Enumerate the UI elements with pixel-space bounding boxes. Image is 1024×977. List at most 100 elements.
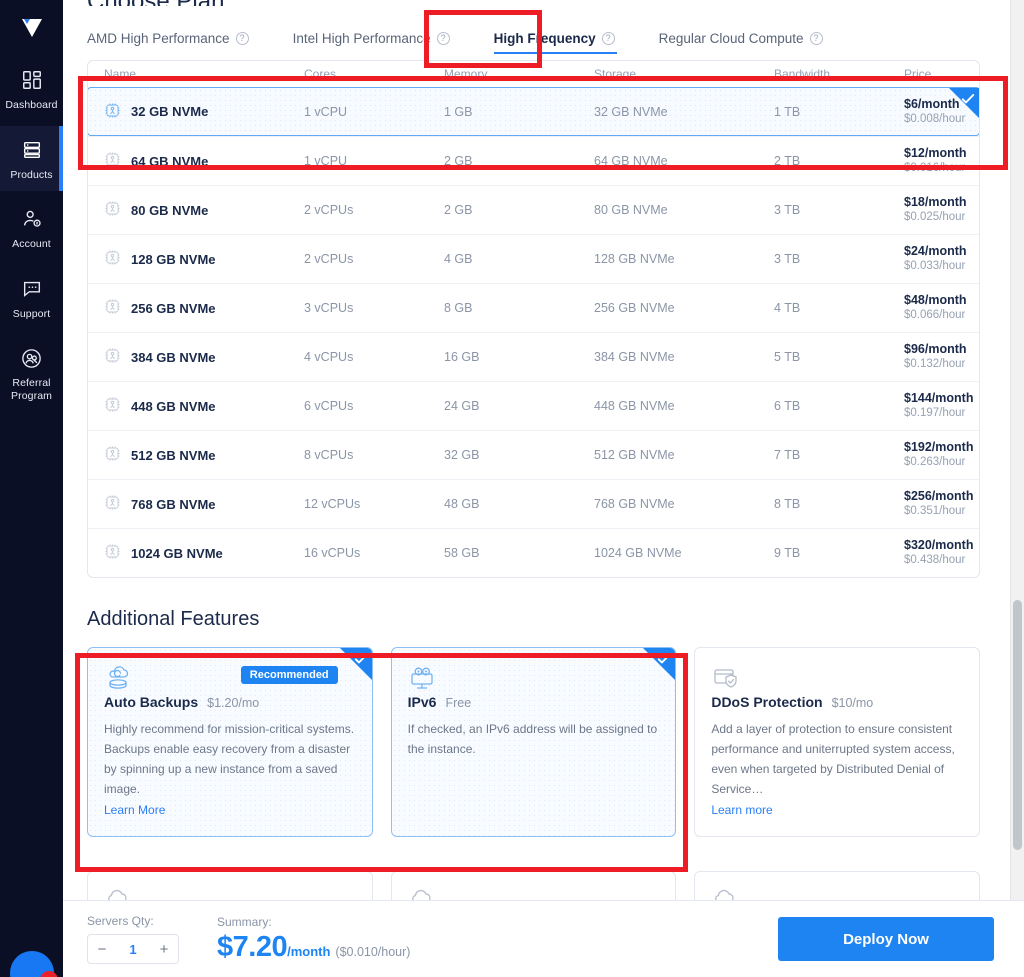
plan-bandwidth: 7 TB [774, 448, 801, 462]
plan-memory: 2 GB [444, 154, 473, 168]
chat-icon [2, 275, 61, 303]
help-icon[interactable]: ? [235, 32, 249, 45]
additional-features-title: Additional Features [87, 608, 260, 630]
tab-label: AMD High Performance [87, 31, 230, 46]
plan-row[interactable]: 80 GB NVMe 2 vCPUs 2 GB 80 GB NVMe 3 TB … [88, 185, 979, 234]
summary-price-period: /month [287, 943, 331, 959]
plan-name-cell: 256 GB NVMe [104, 298, 304, 318]
plan-row[interactable]: 1024 GB NVMe 16 vCPUs 58 GB 1024 GB NVMe… [88, 528, 979, 577]
plan-row[interactable]: 384 GB NVMe 4 vCPUs 16 GB 384 GB NVMe 5 … [88, 332, 979, 381]
decrement-button[interactable]: − [88, 935, 116, 963]
plan-price-monthly: $192/month [904, 440, 974, 454]
vultr-logo[interactable] [0, 0, 63, 56]
plan-price-monthly: $256/month [904, 489, 974, 503]
sidebar-item-label: Account [12, 238, 51, 250]
sidebar-item-label: Support [12, 307, 51, 320]
sidebar-item-support[interactable]: Support [0, 265, 63, 331]
feature-price: $1.20/mo [207, 696, 260, 710]
main-content-area: Choose Plan AMD High Performance ? Intel… [63, 0, 1024, 977]
tab-intel-high-performance[interactable]: Intel High Performance ? [293, 31, 468, 54]
plan-name-cell: 128 GB NVMe [104, 249, 304, 269]
plan-row[interactable]: 448 GB NVMe 6 vCPUs 24 GB 448 GB NVMe 6 … [88, 381, 979, 430]
help-icon[interactable]: ? [601, 32, 615, 45]
sidebar-item-products[interactable]: Products [0, 125, 63, 191]
feature-name: DDoS Protection [711, 694, 823, 710]
plan-bandwidth: 2 TB [774, 154, 801, 168]
plan-price-hourly: $0.132/hour [904, 358, 966, 370]
plan-row[interactable]: 768 GB NVMe 12 vCPUs 48 GB 768 GB NVMe 8… [88, 479, 979, 528]
plan-storage: 1024 GB NVMe [594, 546, 682, 560]
cpu-chip-icon [104, 494, 121, 514]
sidebar-item-referral-program[interactable]: Referral Program [0, 334, 63, 412]
quantity-stepper[interactable]: − 1 + [87, 934, 179, 964]
sidebar-item-label: Referral Program [11, 377, 52, 402]
tab-high-frequency[interactable]: High Frequency ? [493, 31, 633, 54]
feature-card-ddos-protection[interactable]: DDoS Protection $10/mo Add a layer of pr… [694, 647, 980, 837]
help-icon[interactable]: ? [809, 32, 823, 45]
summary-price-amount: $7.20 [217, 930, 288, 963]
plan-storage: 32 GB NVMe [594, 104, 668, 119]
plan-cores: 8 vCPUs [304, 448, 354, 462]
plan-name: 256 GB NVMe [131, 300, 216, 316]
plan-memory: 1 GB [444, 104, 473, 119]
plan-price-hourly: $0.438/hour [904, 554, 966, 566]
feature-name: IPv6 [407, 694, 437, 710]
servers-qty-label: Servers Qty: [87, 914, 154, 928]
plan-price-hourly: $0.066/hour [904, 309, 966, 321]
cpu-chip-icon [104, 396, 121, 416]
quantity-value[interactable]: 1 [116, 942, 150, 957]
plan-bandwidth: 8 TB [774, 497, 801, 511]
plan-price-cell: $256/month $0.351/hour [904, 489, 973, 519]
tab-amd-high-performance[interactable]: AMD High Performance ? [87, 31, 267, 54]
plan-bandwidth: 6 TB [774, 399, 801, 413]
feature-learn-more-link[interactable]: Learn more [711, 803, 772, 817]
feature-header: DDoS Protection $10/mo [711, 694, 963, 710]
plan-table: Name Cores Memory Storage Bandwidth Pric… [87, 60, 980, 578]
deploy-now-button[interactable]: Deploy Now [778, 917, 994, 961]
user-icon [2, 205, 61, 233]
column-header-memory: Memory [444, 67, 488, 81]
plan-price-cell: $18/month $0.025/hour [904, 195, 967, 225]
feature-card-auto-backups[interactable]: Auto Backups $1.20/mo Highly recommend f… [87, 647, 373, 837]
scrollbar-thumb[interactable] [1013, 600, 1022, 850]
tab-regular-cloud-compute[interactable]: Regular Cloud Compute ? [659, 31, 841, 54]
plan-row[interactable]: 512 GB NVMe 8 vCPUs 32 GB 512 GB NVMe 7 … [88, 430, 979, 479]
cpu-chip-icon [104, 200, 121, 220]
plan-memory: 58 GB [444, 546, 480, 560]
plan-storage: 512 GB NVMe [594, 448, 675, 462]
plan-row[interactable]: 256 GB NVMe 3 vCPUs 8 GB 256 GB NVMe 4 T… [88, 283, 979, 332]
plan-memory: 24 GB [444, 399, 480, 413]
feature-description: Add a layer of protection to ensure cons… [711, 722, 955, 796]
plan-name-cell: 448 GB NVMe [104, 396, 304, 416]
plan-price-hourly: $0.025/hour [904, 211, 966, 223]
plan-bandwidth: 5 TB [774, 350, 801, 364]
plan-name-cell: 512 GB NVMe [104, 445, 304, 465]
plan-row[interactable]: 64 GB NVMe 1 vCPU 2 GB 64 GB NVMe 2 TB $… [88, 136, 979, 185]
plan-price-cell: $24/month $0.033/hour [904, 244, 967, 274]
plan-name-cell: 768 GB NVMe [104, 494, 304, 514]
referral-people-icon [2, 344, 61, 372]
plan-name: 32 GB NVMe [131, 104, 209, 119]
plan-price-hourly: $0.016/hour [904, 162, 966, 174]
feature-description: Highly recommend for mission-critical sy… [104, 722, 355, 796]
increment-button[interactable]: + [150, 935, 178, 963]
vertical-scrollbar[interactable] [1010, 0, 1024, 977]
plan-memory: 8 GB [444, 301, 473, 315]
plan-price-cell: $144/month $0.197/hour [904, 391, 973, 421]
feature-card-ipv6[interactable]: IPv6 Free If checked, an IPv6 address wi… [390, 647, 677, 837]
plan-price-cell: $12/month $0.016/hour [904, 146, 967, 176]
feature-name: Auto Backups [104, 694, 199, 710]
plan-row[interactable]: 128 GB NVMe 2 vCPUs 4 GB 128 GB NVMe 3 T… [88, 234, 979, 283]
plan-price-monthly: $144/month [904, 391, 974, 405]
sidebar-item-account[interactable]: Account [0, 195, 63, 261]
feature-learn-more-link[interactable]: Learn More [104, 803, 165, 817]
plan-cores: 2 vCPUs [304, 203, 354, 217]
plan-memory: 48 GB [444, 497, 480, 511]
plan-name-cell: 1024 GB NVMe [104, 543, 304, 563]
help-icon[interactable]: ? [436, 32, 450, 45]
scroll-content: Choose Plan AMD High Performance ? Intel… [63, 0, 1010, 977]
plan-storage: 80 GB NVMe [594, 203, 668, 217]
plan-row[interactable]: 32 GB NVMe 1 vCPU 1 GB 32 GB NVMe 1 TB $… [88, 87, 979, 136]
sidebar-item-dashboard[interactable]: Dashboard [0, 56, 63, 122]
plan-price-cell: $48/month $0.066/hour [904, 293, 967, 323]
